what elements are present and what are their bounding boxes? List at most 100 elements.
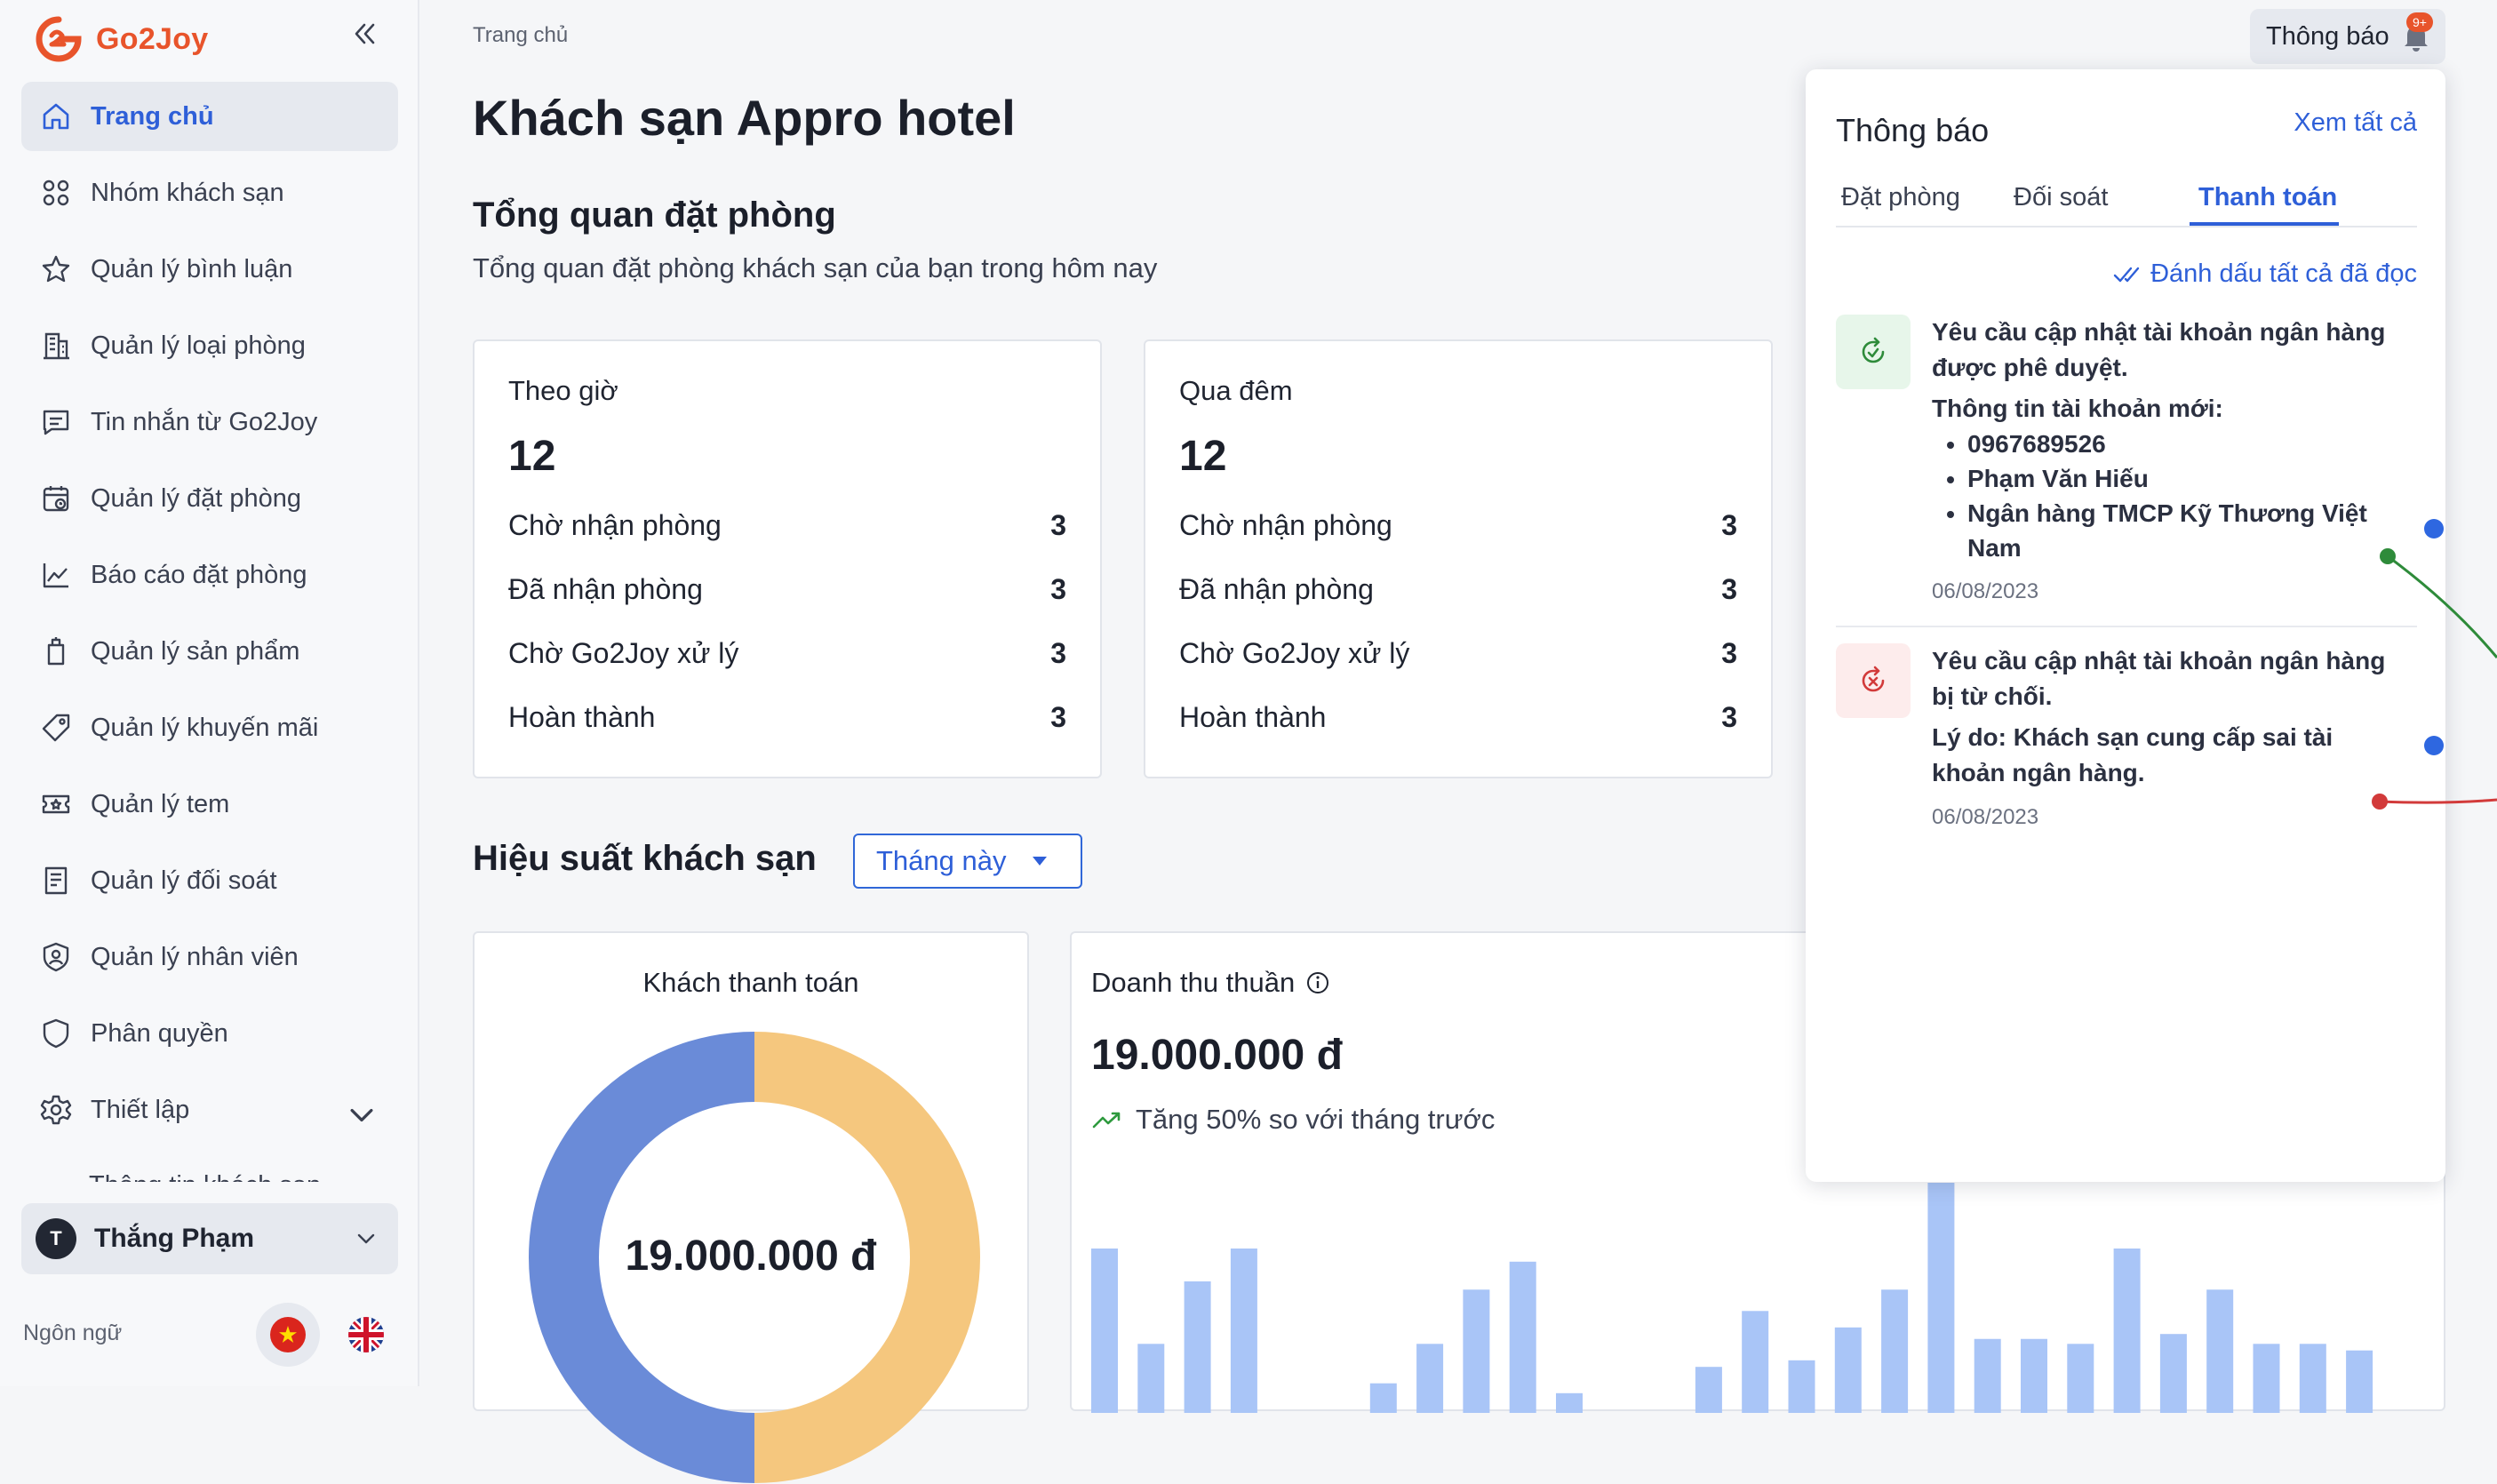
notification-body: Yêu cầu cập nhật tài khoản ngân hàng đượ… [1932,315,2412,604]
stat-value: 3 [1050,636,1066,669]
stat-label: Hoàn thành [1179,700,1327,733]
revenue-bar-16[interactable] [1834,1327,1862,1413]
stat-value: 3 [1721,508,1737,541]
sidebar-item-room-types[interactable]: Quản lý loại phòng [21,311,398,380]
revenue-bar-7[interactable] [1416,1344,1444,1413]
card-total: 12 [1179,433,1227,480]
sidebar-item-stamps[interactable]: Quản lý tem [21,770,398,839]
revenue-bar-17[interactable] [1881,1289,1909,1413]
revenue-bar-20[interactable] [2021,1338,2047,1413]
notification-title: Yêu cầu cập nhật tài khoản ngân hàng bị … [1932,647,2386,710]
notification-badge: 9+ [2406,12,2433,32]
collapse-sidebar-icon[interactable] [348,18,380,50]
stat-row[interactable]: Chờ Go2Joy xử lý 3 [1179,621,1737,685]
sidebar-item-hotel-info[interactable]: Thông tin khách sạn [89,1161,373,1184]
message-icon [43,410,69,435]
overview-subtitle: Tổng quan đặt phòng khách sạn của bạn tr… [473,252,1158,283]
sidebar-item-promotions[interactable]: Quản lý khuyến mãi [21,693,398,762]
revenue-bar-22[interactable] [2113,1249,2141,1413]
stat-value: 3 [1050,508,1066,541]
stat-row[interactable]: Chờ nhận phòng 3 [508,493,1066,557]
chevron-down-icon [357,1233,375,1244]
view-all-link[interactable]: Xem tất cả [2294,108,2417,138]
notification-date: 06/08/2023 [1932,579,2039,603]
card-label: Qua đêm [1179,375,1293,406]
stat-row[interactable]: Đã nhận phòng 3 [1179,557,1737,621]
sidebar-item-booking-report[interactable]: Báo cáo đặt phòng [21,540,398,610]
stat-row[interactable]: Chờ Go2Joy xử lý 3 [508,621,1066,685]
stat-row[interactable]: Hoàn thành 3 [508,685,1066,749]
stat-label: Đã nhận phòng [1179,572,1374,605]
grid-icon [43,180,69,206]
revenue-bar-2[interactable] [1184,1281,1211,1413]
revenue-bar-18[interactable] [1927,1183,1955,1413]
notification-item-approved[interactable]: Yêu cầu cập nhật tài khoản ngân hàng đượ… [1836,315,2444,608]
notification-reason: Lý do: Khách sạn cung cấp sai tài khoản … [1932,723,2333,786]
revenue-bar-9[interactable] [1509,1261,1536,1413]
tab-bookings[interactable]: Đặt phòng [1841,183,1960,212]
tab-reconciliation[interactable]: Đối soát [2014,183,2108,212]
sidebar-item-messages[interactable]: Tin nhắn từ Go2Joy [21,387,398,457]
payment-chart-card: Khách thanh toán 19.000.000 đ [473,931,1029,1483]
sidebar-item-settings[interactable]: Thiết lập [21,1075,398,1145]
sidebar-item-products[interactable]: Quản lý sản phẩm [21,617,398,686]
notification-subtitle: Thông tin tài khoản mới: [1932,395,2223,422]
period-select[interactable]: Tháng này [853,834,1082,889]
revenue-bar-1[interactable] [1137,1344,1165,1413]
sidebar-item-permissions[interactable]: Phân quyền [21,999,398,1068]
stat-row[interactable]: Chờ nhận phòng 3 [1179,493,1737,557]
revenue-bar-19[interactable] [1974,1338,2001,1413]
card-total: 12 [508,433,556,480]
revenue-bar-23[interactable] [2159,1334,2187,1413]
stat-label: Chờ Go2Joy xử lý [508,636,739,669]
sidebar-item-staff[interactable]: Quản lý nhân viên [21,922,398,992]
stat-label: Chờ nhận phòng [1179,508,1392,541]
stat-value: 3 [1721,700,1737,733]
language-label: Ngôn ngữ [23,1320,123,1345]
revenue-bar-27[interactable] [2346,1350,2373,1413]
revenue-bar-15[interactable] [1788,1360,1815,1413]
performance-title: Hiệu suất khách sạn [473,839,817,878]
notification-item-rejected[interactable]: Yêu cầu cập nhật tài khoản ngân hàng bị … [1836,643,2444,848]
revenue-bar-0[interactable] [1091,1249,1118,1413]
brand-name: Go2Joy [96,21,209,56]
revenue-bar-8[interactable] [1463,1289,1490,1413]
hourly-booking-card: Theo giờ 12 Chờ nhận phòng 3 Đã nhận phòn… [473,339,1102,778]
revenue-bar-10[interactable] [1556,1392,1583,1413]
english-flag-icon[interactable] [334,1303,398,1367]
revenue-bar-13[interactable] [1695,1367,1722,1413]
building-icon [44,332,69,360]
sidebar-item-label: Phân quyền [91,1018,228,1048]
revenue-bar-24[interactable] [2206,1289,2234,1413]
breadcrumb[interactable]: Trang chủ [473,23,568,48]
donut-center-value: 19.000.000 đ [625,1233,877,1280]
tab-payments[interactable]: Thanh toán [2198,183,2337,212]
approved-status-icon [1836,315,1911,389]
go2joy-logo-icon [36,16,82,62]
revenue-bar-21[interactable] [2067,1344,2094,1413]
revenue-bar-3[interactable] [1230,1249,1257,1413]
revenue-bar-26[interactable] [2299,1344,2326,1413]
caret-down-icon [1033,857,1047,866]
active-tab-indicator [2190,222,2339,226]
brand-logo[interactable]: Go2Joy [34,14,209,64]
revenue-bar-14[interactable] [1742,1311,1769,1413]
user-menu[interactable]: T Thắng Phạm [21,1203,398,1274]
sidebar-item-reconciliation[interactable]: Quản lý đối soát [21,846,398,915]
notification-title: Yêu cầu cập nhật tài khoản ngân hàng đượ… [1932,318,2386,381]
mark-all-read-link[interactable]: Đánh dấu tất cả đã đọc [2113,259,2417,289]
stat-label: Chờ Go2Joy xử lý [1179,636,1410,669]
revenue-bar-25[interactable] [2253,1344,2280,1413]
vietnam-flag-icon [270,1317,306,1352]
refresh-error-icon [1862,666,1885,692]
sidebar-item-bookings[interactable]: Quản lý đặt phòng [21,464,398,533]
revenue-bar-6[interactable] [1369,1383,1397,1413]
stat-row[interactable]: Hoàn thành 3 [1179,685,1737,749]
sidebar-item-home[interactable]: Trang chủ [21,82,398,151]
divider [1836,626,2417,627]
sidebar-item-reviews[interactable]: Quản lý bình luận [21,235,398,304]
stat-row[interactable]: Đã nhận phòng 3 [508,557,1066,621]
sidebar-item-hotel-group[interactable]: Nhóm khách sạn [21,158,398,227]
notification-button[interactable]: Thông báo 9+ [2250,9,2445,64]
vietnamese-flag-icon[interactable] [256,1303,320,1367]
